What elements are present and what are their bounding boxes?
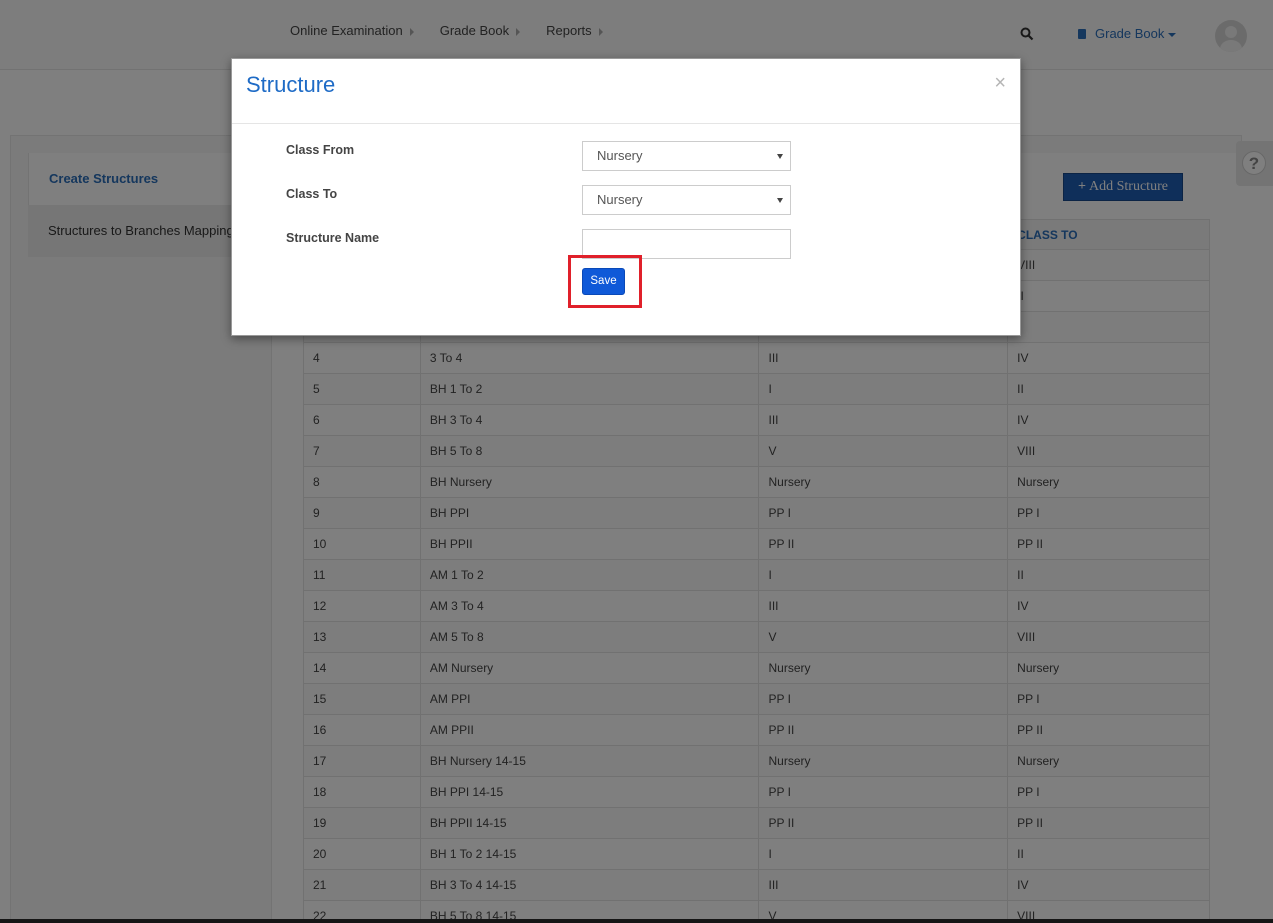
structure-modal: Structure × Class From Nursery Class To … (231, 58, 1021, 336)
class-from-label: Class From (286, 143, 355, 157)
close-icon[interactable]: × (994, 73, 1006, 93)
class-to-label: Class To (286, 187, 338, 201)
class-to-value: Nursery (597, 192, 643, 207)
chevron-down-icon (777, 154, 783, 159)
modal-header: Structure × (232, 59, 1020, 124)
chevron-down-icon (777, 198, 783, 203)
modal-title: Structure (246, 72, 336, 97)
class-to-select[interactable]: Nursery (582, 185, 791, 215)
structure-name-label: Structure Name (286, 231, 380, 245)
class-from-select[interactable]: Nursery (582, 141, 791, 171)
class-from-value: Nursery (597, 148, 643, 163)
save-button[interactable]: Save (582, 268, 625, 295)
